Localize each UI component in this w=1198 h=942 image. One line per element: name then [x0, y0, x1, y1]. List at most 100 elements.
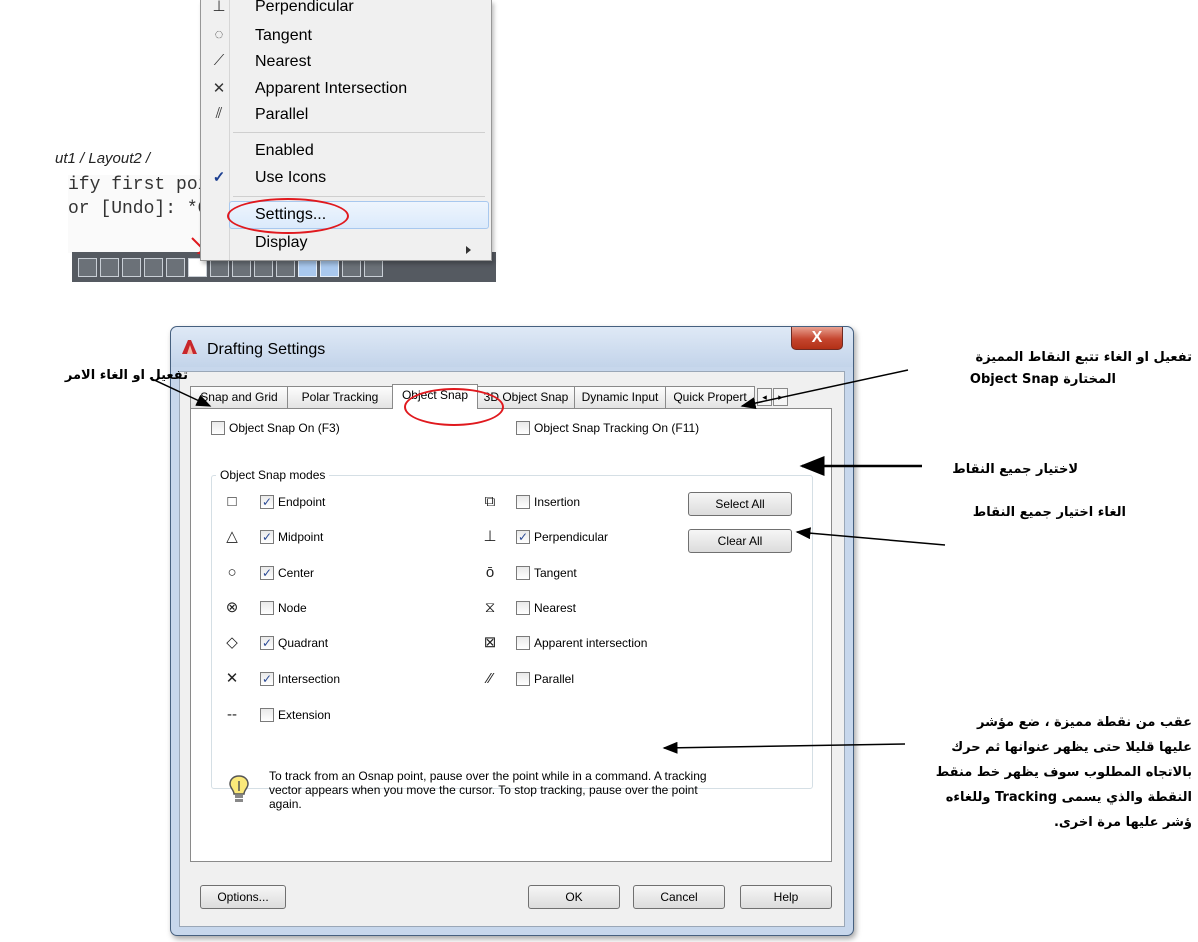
tab-dynamic-input[interactable]: Dynamic Input	[574, 386, 666, 408]
status-toggle-icon[interactable]	[78, 258, 97, 277]
menu-item-label: Nearest	[255, 53, 312, 70]
midpoint-checkbox[interactable]: ✓	[260, 530, 274, 544]
annotation-clear-all: الغاء اختيار جميع النقاط	[972, 505, 1126, 520]
parallel-icon: ⁄⁄	[487, 670, 493, 687]
apparent-intersection-icon: ✕	[212, 80, 226, 97]
annotation-note-line: عليها قليلا حتى يظهر عنوانها ثم حرك	[951, 740, 1192, 755]
menu-item-label: Use Icons	[255, 169, 327, 186]
extension-label: Extension	[278, 708, 331, 722]
menu-item-label: Enabled	[255, 142, 314, 159]
menu-item-label: Apparent Intersection	[255, 80, 408, 97]
annotation-note-line: ؤشر عليها مرة اخرى.	[1053, 815, 1192, 830]
annotation-note-line: النقطة والذي يسمى Tracking وللغاءه	[945, 790, 1192, 805]
menu-item-parallel[interactable]: ⫽ Parallel	[203, 102, 487, 128]
title-bar[interactable]: Drafting Settings X	[171, 327, 853, 367]
annotation-note-line: بالاتجاه المطلوب سوف يظهر خط منقط	[935, 765, 1192, 780]
grid-toggle-icon[interactable]	[122, 258, 141, 277]
annotation-tracking-line2: المختارة Object Snap	[969, 372, 1116, 387]
osnap-tracking-checkbox[interactable]	[516, 421, 530, 435]
intersection-checkbox[interactable]: ✓	[260, 672, 274, 686]
command-line-2: or [Undo]: *C	[68, 199, 209, 219]
help-button[interactable]: Help	[740, 885, 832, 909]
annotation-note-line: عقب من نقطة مميزة ، ضع مؤشر	[977, 715, 1192, 730]
tab-snap-and-grid[interactable]: Snap and Grid	[190, 386, 288, 408]
tab-highlight-ring	[404, 388, 504, 426]
menu-item-label: Perpendicular	[255, 0, 354, 15]
insertion-label: Insertion	[534, 495, 581, 509]
node-icon: ⊗	[225, 599, 239, 616]
annotation-select-all: لاختيار جميع النقاط	[952, 462, 1078, 477]
menu-item-label: Tangent	[255, 27, 312, 44]
perpendicular-label: Perpendicular	[534, 530, 609, 544]
menu-item-tangent[interactable]: ◌ Tangent	[203, 23, 487, 49]
apparent-intersection-checkbox[interactable]	[516, 636, 530, 650]
tangent-icon: ō	[485, 564, 495, 581]
midpoint-label: Midpoint	[278, 530, 324, 544]
object-snap-page: Object Snap On (F3) Object Snap Tracking…	[190, 408, 832, 862]
perpendicular-checkbox[interactable]: ✓	[516, 530, 530, 544]
parallel-checkbox[interactable]	[516, 672, 530, 686]
node-checkbox[interactable]	[260, 601, 274, 615]
ortho-toggle-icon[interactable]	[144, 258, 163, 277]
endpoint-icon: □	[227, 493, 237, 510]
lightbulb-icon	[229, 775, 249, 802]
endpoint-checkbox[interactable]: ✓	[260, 495, 274, 509]
group-title: Object Snap modes	[216, 468, 330, 482]
tab-polar-tracking[interactable]: Polar Tracking	[287, 386, 393, 408]
center-checkbox[interactable]: ✓	[260, 566, 274, 580]
apparent-intersection-label: Apparent intersection	[534, 636, 648, 650]
node-label: Node	[278, 601, 307, 615]
menu-item-use-icons[interactable]: ✓ Use Icons	[203, 165, 487, 191]
nearest-checkbox[interactable]	[516, 601, 530, 615]
quadrant-icon: ◇	[226, 634, 238, 651]
nearest-icon: ⧖	[484, 599, 496, 616]
intersection-label: Intersection	[278, 672, 341, 686]
polar-toggle-icon[interactable]	[166, 258, 185, 277]
parallel-icon: ⫽	[215, 105, 223, 122]
close-button[interactable]: X	[791, 327, 843, 350]
endpoint-label: Endpoint	[278, 495, 326, 509]
osnap-on-checkbox[interactable]	[211, 421, 225, 435]
extension-checkbox[interactable]	[260, 708, 274, 722]
tangent-label: Tangent	[534, 566, 577, 580]
osnap-modes-group: Object Snap modes □ ✓ Endpoint △ ✓ Midpo…	[211, 468, 813, 789]
tab-strip: Snap and Grid Polar Tracking Object Snap…	[190, 384, 840, 409]
extension-icon: --	[227, 706, 237, 723]
cancel-button[interactable]: Cancel	[633, 885, 725, 909]
insertion-checkbox[interactable]	[516, 495, 530, 509]
autocad-app-icon	[182, 340, 197, 354]
menu-item-label: Display	[255, 234, 308, 251]
status-toggle-icon[interactable]	[100, 258, 119, 277]
cad-screenshot: ut1 / Layout2 / ify first poi or [Undo]:…	[0, 0, 500, 290]
nearest-label: Nearest	[534, 601, 577, 615]
settings-highlight-ring	[227, 198, 349, 234]
options-button[interactable]: Options...	[200, 885, 286, 909]
tab-scroll-left-icon[interactable]: ◂	[757, 388, 772, 406]
tangent-checkbox[interactable]	[516, 566, 530, 580]
menu-item-apparent-intersection[interactable]: ✕ Apparent Intersection	[203, 76, 487, 102]
select-all-button[interactable]: Select All	[688, 492, 792, 516]
layout-tabs[interactable]: ut1 / Layout2 /	[55, 150, 205, 172]
dialog-client: Snap and Grid Polar Tracking Object Snap…	[179, 371, 845, 927]
checkmark-icon: ✓	[212, 169, 226, 186]
tab-scroll-right-icon[interactable]: ▸	[773, 388, 788, 406]
ok-button[interactable]: OK	[528, 885, 620, 909]
quadrant-checkbox[interactable]: ✓	[260, 636, 274, 650]
center-icon: ○	[227, 564, 237, 581]
menu-item-enabled[interactable]: Enabled	[203, 138, 487, 164]
menu-item-perpendicular[interactable]: ⊥ Perpendicular	[203, 0, 487, 20]
command-line-1: ify first poi	[68, 175, 209, 195]
tab-quick-properties[interactable]: Quick Propert	[665, 386, 755, 408]
perpendicular-icon: ⊥	[212, 0, 226, 15]
menu-item-display[interactable]: Display	[203, 230, 487, 256]
menu-item-label: Parallel	[255, 106, 309, 123]
parallel-label: Parallel	[534, 672, 575, 686]
menu-item-nearest[interactable]: ⟋ Nearest	[203, 49, 487, 75]
osnap-tracking-label: Object Snap Tracking On (F11)	[534, 421, 700, 435]
command-line: ify first poi or [Undo]: *C	[68, 175, 208, 253]
annotation-tracking-line1: تفعيل او الغاء تتبع النقاط المميزة	[975, 350, 1192, 365]
quadrant-label: Quadrant	[278, 636, 329, 650]
dialog-title: Drafting Settings	[207, 341, 326, 358]
midpoint-icon: △	[226, 528, 238, 545]
clear-all-button[interactable]: Clear All	[688, 529, 792, 553]
